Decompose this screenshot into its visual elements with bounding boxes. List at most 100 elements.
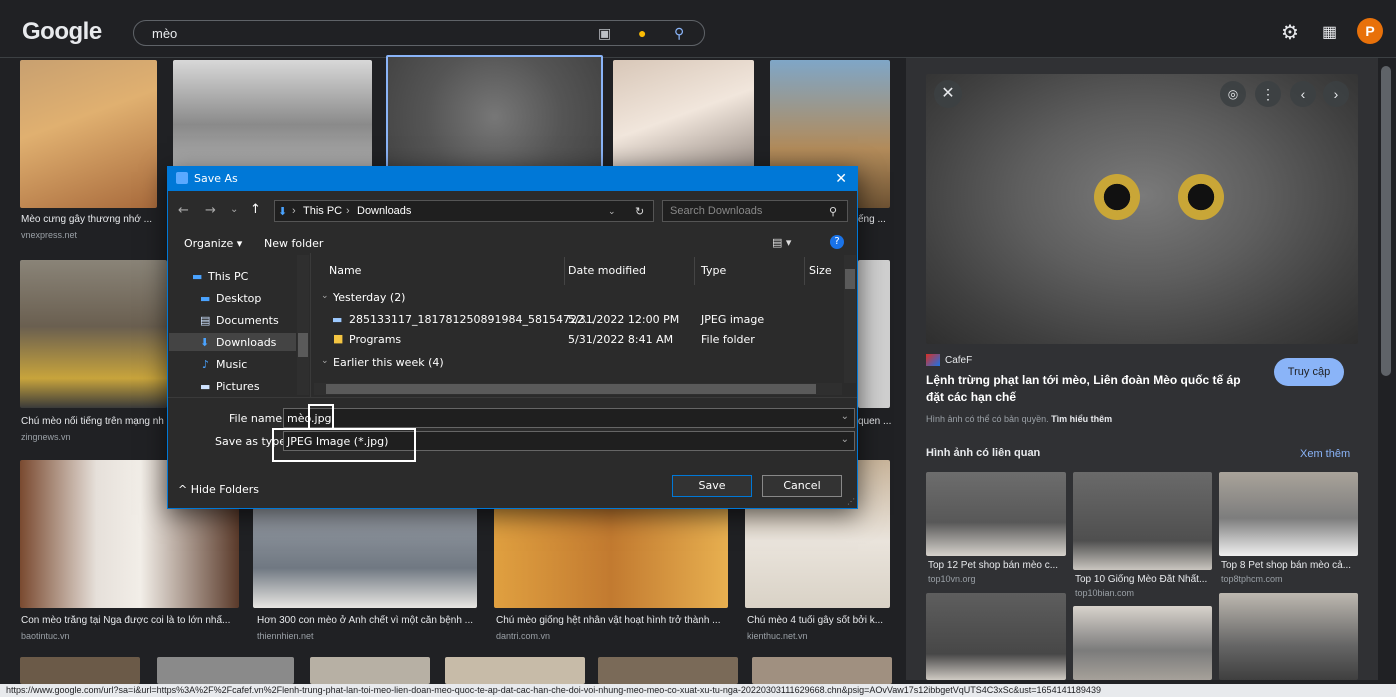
close-icon[interactable]: ✕ [934, 80, 962, 108]
result-caption[interactable]: quen ... [858, 416, 898, 427]
file-name-dropdown-icon[interactable]: ⌄ [841, 411, 849, 422]
breadcrumb-this-pc[interactable]: This PC [303, 205, 342, 217]
see-more-link[interactable]: Xem thêm [1300, 448, 1350, 460]
result-image[interactable] [445, 657, 585, 684]
related-image[interactable] [1219, 593, 1358, 680]
hide-folders-toggle[interactable]: ^ Hide Folders [178, 483, 259, 496]
nav-music[interactable]: Music [216, 358, 247, 371]
help-icon[interactable]: ? [830, 235, 844, 249]
related-image[interactable] [926, 593, 1066, 680]
result-image[interactable] [752, 657, 892, 684]
close-icon[interactable]: ✕ [835, 170, 847, 187]
organize-button[interactable]: Organize ▾ [184, 237, 242, 250]
group-expand-icon[interactable]: ⌄ [321, 291, 329, 301]
save-button[interactable]: Save [672, 475, 752, 497]
related-caption[interactable]: Top 10 Giống Mèo Đắt Nhất... [1075, 574, 1212, 585]
result-image[interactable] [20, 657, 140, 684]
column-divider[interactable] [804, 257, 805, 285]
save-as-type-dropdown-icon[interactable]: ⌄ [841, 434, 849, 445]
related-caption[interactable]: Top 12 Pet shop bán mèo c... [928, 560, 1065, 571]
result-caption[interactable]: Chú mèo giống hệt nhân vật hoạt hình trở… [496, 615, 728, 626]
result-image[interactable] [20, 60, 157, 208]
page-scrollbar-thumb[interactable] [1381, 66, 1391, 376]
result-image[interactable] [598, 657, 738, 684]
file-row-name[interactable]: Programs [349, 333, 401, 346]
learn-more-link[interactable]: Tìm hiểu thêm [1051, 414, 1112, 424]
result-caption[interactable]: Chú mèo nổi tiếng trên mạng nh [21, 416, 167, 427]
new-folder-button[interactable]: New folder [264, 237, 323, 250]
nav-scrollbar-thumb[interactable] [298, 333, 308, 357]
nav-this-pc[interactable]: This PC [208, 270, 248, 283]
mic-icon[interactable]: ● [638, 25, 646, 41]
result-image[interactable] [858, 260, 890, 408]
nav-documents[interactable]: Documents [216, 314, 279, 327]
forward-icon[interactable]: → [205, 203, 216, 218]
column-divider[interactable] [564, 257, 565, 285]
more-options-icon[interactable]: ⋮ [1255, 81, 1281, 107]
column-name[interactable]: Name [329, 264, 361, 277]
breadcrumb-downloads[interactable]: Downloads [357, 205, 411, 217]
address-bar[interactable]: ⬇ › This PC › Downloads ⌄ ↻ [274, 200, 654, 222]
result-image[interactable] [494, 508, 728, 608]
settings-icon[interactable]: ⚙ [1281, 20, 1299, 45]
related-caption[interactable]: Top 8 Pet shop bán mèo cả... [1221, 560, 1358, 571]
result-image-selected[interactable] [386, 55, 603, 168]
result-caption[interactable]: Chú mèo 4 tuổi gây sốt bởi k... [747, 615, 890, 626]
preview-title[interactable]: Lệnh trừng phạt lan tới mèo, Liên đoàn M… [926, 372, 1256, 406]
result-image[interactable] [253, 508, 477, 608]
dialog-titlebar[interactable]: Save As ✕ [168, 167, 857, 191]
next-icon[interactable]: › [1323, 81, 1349, 107]
search-box[interactable]: mèo ▣ ● ⚲ [133, 20, 705, 46]
search-icon[interactable]: ⚲ [674, 25, 684, 42]
related-image[interactable] [926, 472, 1066, 556]
group-yesterday[interactable]: Yesterday (2) [333, 291, 405, 304]
apps-icon[interactable]: ▦ [1322, 22, 1337, 42]
result-image[interactable] [173, 60, 372, 168]
search-icon[interactable]: ⚲ [829, 205, 837, 218]
preview-image[interactable] [926, 74, 1358, 344]
result-image[interactable] [613, 60, 754, 168]
result-caption[interactable]: Con mèo trắng tại Nga được coi là to lớn… [21, 615, 239, 626]
nav-downloads[interactable]: Downloads [216, 336, 276, 349]
column-divider[interactable] [694, 257, 695, 285]
column-type[interactable]: Type [701, 264, 726, 277]
search-downloads-field[interactable]: Search Downloads ⚲ [662, 200, 848, 222]
google-logo[interactable]: Google [22, 18, 102, 46]
file-list-hscrollbar-thumb[interactable] [326, 384, 816, 394]
nav-pictures[interactable]: Pictures [216, 380, 260, 393]
site-name[interactable]: CafeF [945, 355, 972, 366]
avatar[interactable]: P [1357, 18, 1383, 44]
group-earlier-this-week[interactable]: Earlier this week (4) [333, 356, 444, 369]
result-image[interactable] [310, 657, 430, 684]
result-caption[interactable]: ếng ... [858, 214, 898, 225]
nav-desktop[interactable]: Desktop [216, 292, 261, 305]
column-size[interactable]: Size [809, 264, 832, 277]
result-caption[interactable]: Hơn 300 con mèo ở Anh chết vì một căn bệ… [257, 615, 477, 626]
file-list-vscrollbar-thumb[interactable] [845, 269, 855, 289]
file-name-field[interactable]: mèo.jpg ⌄ [283, 408, 855, 428]
file-row-name[interactable]: 285133117_181781250891984_58154722... [349, 313, 594, 326]
result-image[interactable] [157, 657, 294, 684]
result-caption[interactable]: Mèo cưng gây thương nhớ ... [21, 214, 156, 225]
camera-icon[interactable]: ▣ [598, 25, 611, 42]
previous-icon[interactable]: ‹ [1290, 81, 1316, 107]
cancel-button[interactable]: Cancel [762, 475, 842, 497]
nav-scrollbar[interactable] [297, 255, 309, 395]
lens-icon[interactable]: ◎ [1220, 81, 1246, 107]
visit-button[interactable]: Truy cập [1274, 358, 1344, 386]
refresh-icon[interactable]: ↻ [635, 205, 644, 218]
related-image[interactable] [1219, 472, 1358, 556]
result-image[interactable] [20, 260, 167, 408]
resize-grip-icon[interactable]: ⋰ [847, 497, 855, 506]
file-list-vscrollbar[interactable] [844, 255, 856, 383]
related-image[interactable] [1073, 606, 1212, 680]
up-folder-icon[interactable]: ↑ [250, 202, 261, 217]
view-options-icon[interactable]: ▤ ▾ [772, 236, 791, 249]
group-expand-icon[interactable]: ⌄ [321, 356, 329, 366]
back-icon[interactable]: ← [178, 203, 189, 218]
column-date-modified[interactable]: Date modified [568, 264, 646, 277]
file-list-hscrollbar[interactable] [314, 383, 842, 395]
related-image[interactable] [1073, 472, 1212, 570]
search-query[interactable]: mèo [152, 26, 177, 41]
address-dropdown-icon[interactable]: ⌄ [608, 206, 616, 217]
